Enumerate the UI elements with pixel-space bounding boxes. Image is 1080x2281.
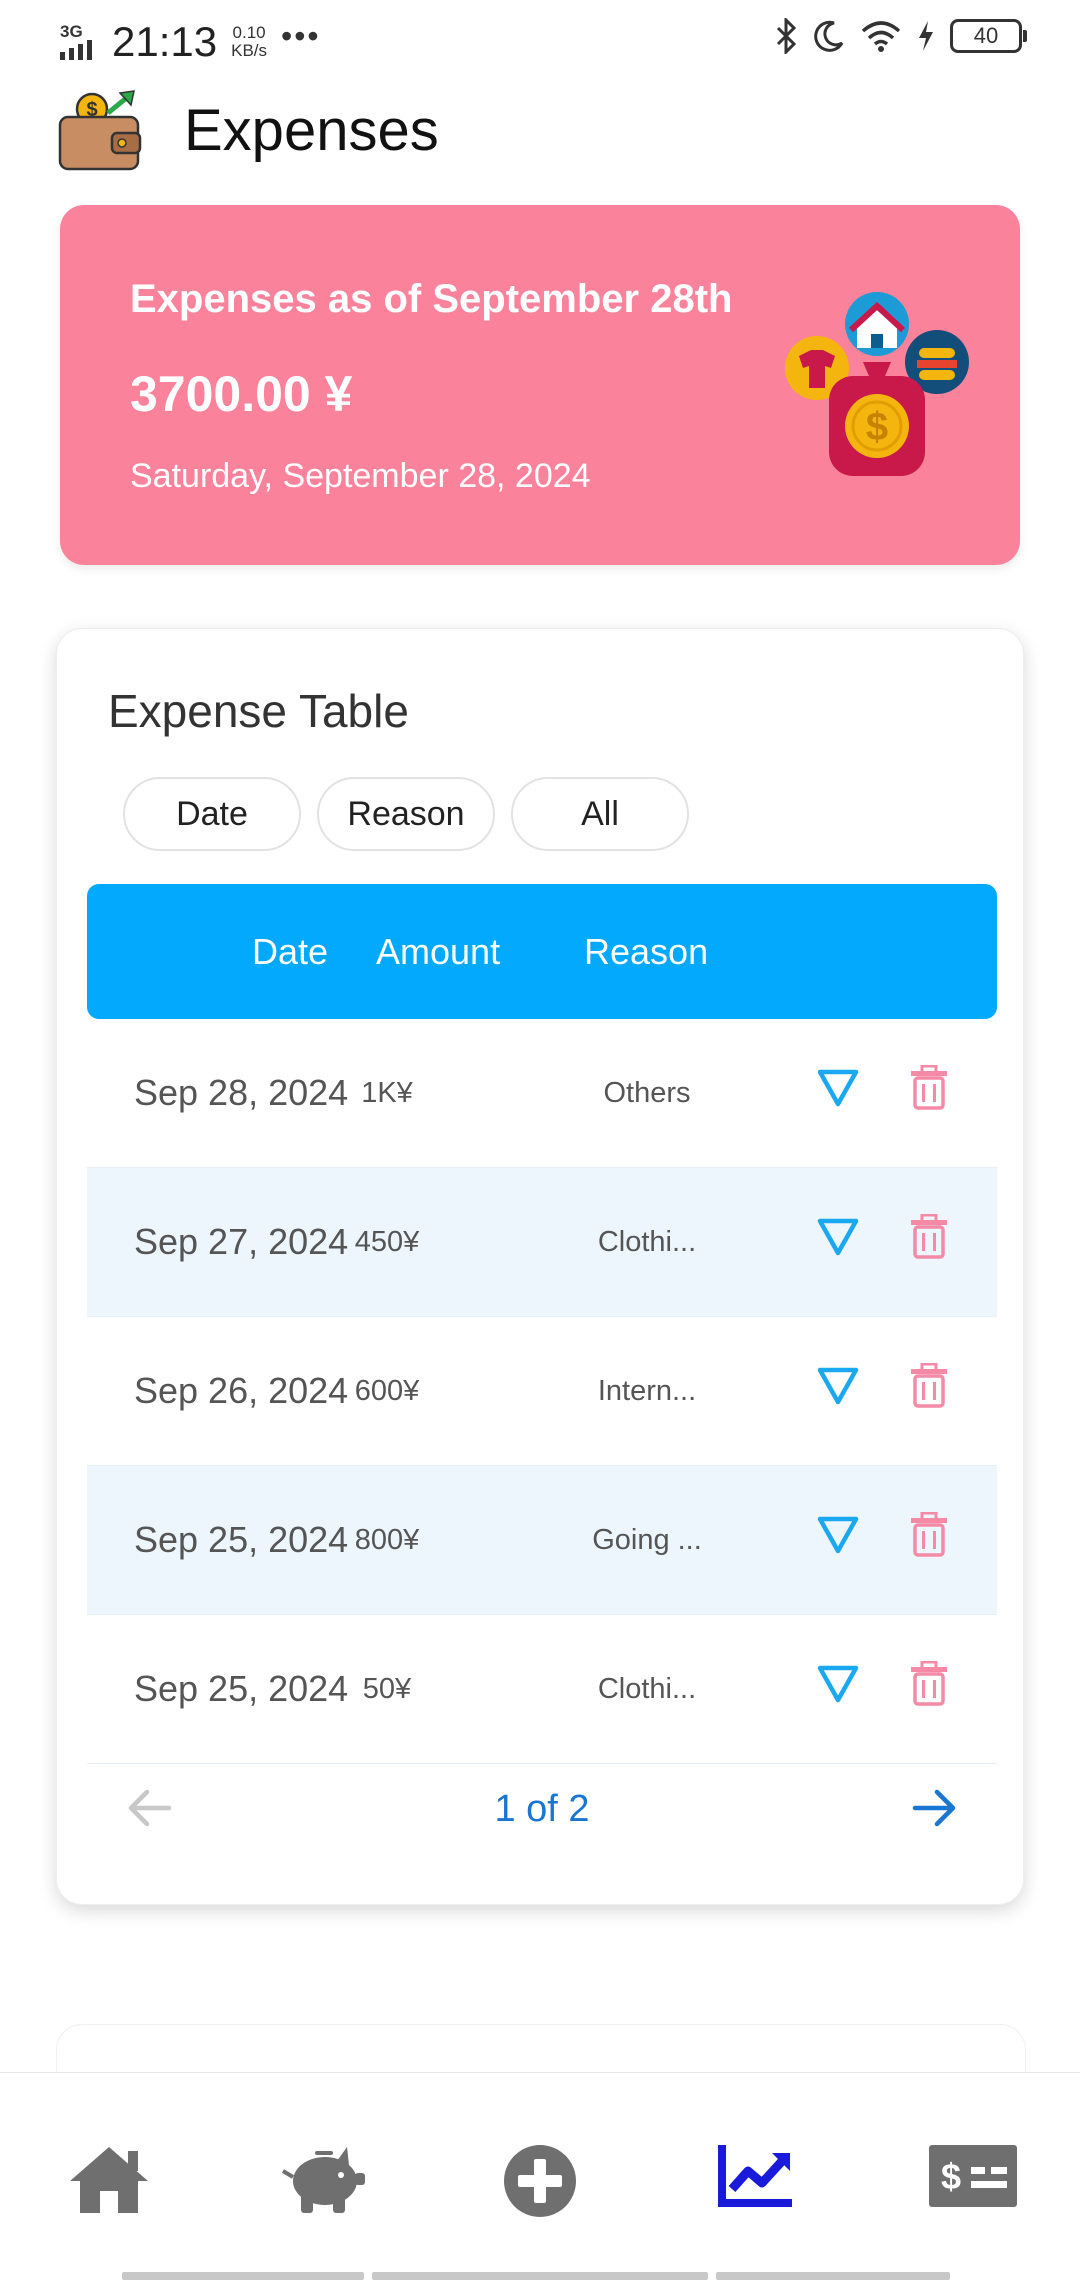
column-header-reason[interactable]: Reason (584, 884, 708, 1019)
wifi-icon (861, 21, 901, 52)
edit-icon[interactable] (815, 1365, 861, 1407)
summary-total-amount: 3700.00 ¥ (130, 366, 353, 422)
summary-heading: Expenses as of September 28th (130, 277, 733, 321)
filter-all-chip[interactable]: All (511, 777, 689, 851)
home-icon[interactable] (66, 2143, 152, 2215)
row-reason: Intern... (597, 1375, 697, 1407)
bluetooth-icon (776, 18, 797, 54)
row-date: Sep 26, 2024 (134, 1370, 349, 1411)
table-body: Sep 28, 2024 1K¥ Others Sep 27, 2024 450… (87, 1019, 997, 1764)
gesture-bar (716, 2272, 950, 2280)
column-header-date[interactable]: Date (252, 884, 328, 1019)
edit-icon[interactable] (815, 1216, 861, 1258)
table-row: Sep 26, 2024 600¥ Intern... (87, 1317, 997, 1466)
page-title: Expenses (184, 97, 439, 163)
expense-summary-card: Expenses as of September 28th 3700.00 ¥ … (60, 205, 1020, 565)
edit-icon[interactable] (815, 1663, 861, 1705)
chart-trend-icon[interactable] (718, 2143, 794, 2209)
speed-unit: KB/s (231, 41, 268, 60)
svg-text:$: $ (866, 405, 888, 449)
row-reason: Clothi... (597, 1673, 697, 1705)
page-indicator: 1 of 2 (494, 1788, 590, 1830)
filter-reason-chip[interactable]: Reason (317, 777, 495, 851)
delete-icon[interactable] (909, 1661, 949, 1707)
arrow-right-icon[interactable] (909, 1783, 959, 1833)
delete-icon[interactable] (909, 1214, 949, 1260)
row-date: Sep 27, 2024 (134, 1221, 349, 1262)
wallet-logo-icon: $ (58, 90, 142, 171)
edit-icon[interactable] (815, 1514, 861, 1556)
expense-table-card: Expense Table Date Reason All Date Amoun… (56, 628, 1024, 1905)
expense-table-title: Expense Table (108, 685, 409, 737)
gesture-bar (372, 2272, 708, 2280)
row-amount: 1K¥ (361, 1077, 413, 1109)
row-amount: 450¥ (354, 1226, 420, 1258)
signal-icon: 3G (58, 20, 102, 64)
speed-value: 0.10 (232, 23, 266, 42)
table-header: Date Amount Reason (87, 884, 997, 1019)
row-amount: 800¥ (354, 1524, 420, 1556)
column-header-amount[interactable]: Amount (376, 884, 500, 1019)
row-date: Sep 25, 2024 (134, 1519, 349, 1560)
more-status-icon: ••• (281, 17, 321, 54)
filter-date-chip[interactable]: Date (123, 777, 301, 851)
table-row: Sep 25, 2024 800¥ Going ... (87, 1466, 997, 1615)
row-amount: 50¥ (362, 1673, 412, 1705)
row-reason: Going ... (592, 1524, 702, 1556)
piggy-bank-icon[interactable] (281, 2143, 367, 2215)
battery-icon: 40 (950, 19, 1027, 53)
filter-chip-group: Date Reason All (123, 777, 689, 851)
charging-icon (919, 21, 933, 51)
do-not-disturb-moon-icon (814, 20, 844, 52)
battery-level: 40 (973, 23, 999, 48)
bottom-navigation: $ (0, 2072, 1080, 2281)
expenses-illustration-icon: $ (785, 292, 969, 476)
edit-icon[interactable] (815, 1067, 861, 1109)
table-row: Sep 28, 2024 1K¥ Others (87, 1019, 997, 1168)
status-time: 21:13 (112, 18, 218, 65)
row-date: Sep 28, 2024 (134, 1072, 349, 1113)
summary-date: Saturday, September 28, 2024 (130, 457, 591, 495)
add-circle-icon[interactable] (502, 2143, 578, 2219)
delete-icon[interactable] (909, 1065, 949, 1111)
status-bar: 3G 21:13 0.10 KB/s ••• 40 (0, 0, 1080, 84)
network-type: 3G (60, 22, 83, 41)
table-row: Sep 25, 2024 50¥ Clothi... (87, 1615, 997, 1764)
delete-icon[interactable] (909, 1512, 949, 1558)
app-header: $ Expenses (56, 86, 439, 174)
delete-icon[interactable] (909, 1363, 949, 1409)
row-reason: Others (603, 1077, 691, 1109)
money-bill-icon[interactable]: $ (927, 2143, 1019, 2209)
network-speed: 0.10 KB/s (231, 24, 267, 60)
row-amount: 600¥ (354, 1375, 420, 1407)
svg-text:$: $ (941, 2156, 961, 2197)
pagination: 1 of 2 (87, 1759, 997, 1859)
gesture-bar (122, 2272, 364, 2280)
row-date: Sep 25, 2024 (134, 1668, 349, 1709)
row-reason: Clothi... (597, 1226, 697, 1258)
table-row: Sep 27, 2024 450¥ Clothi... (87, 1168, 997, 1317)
